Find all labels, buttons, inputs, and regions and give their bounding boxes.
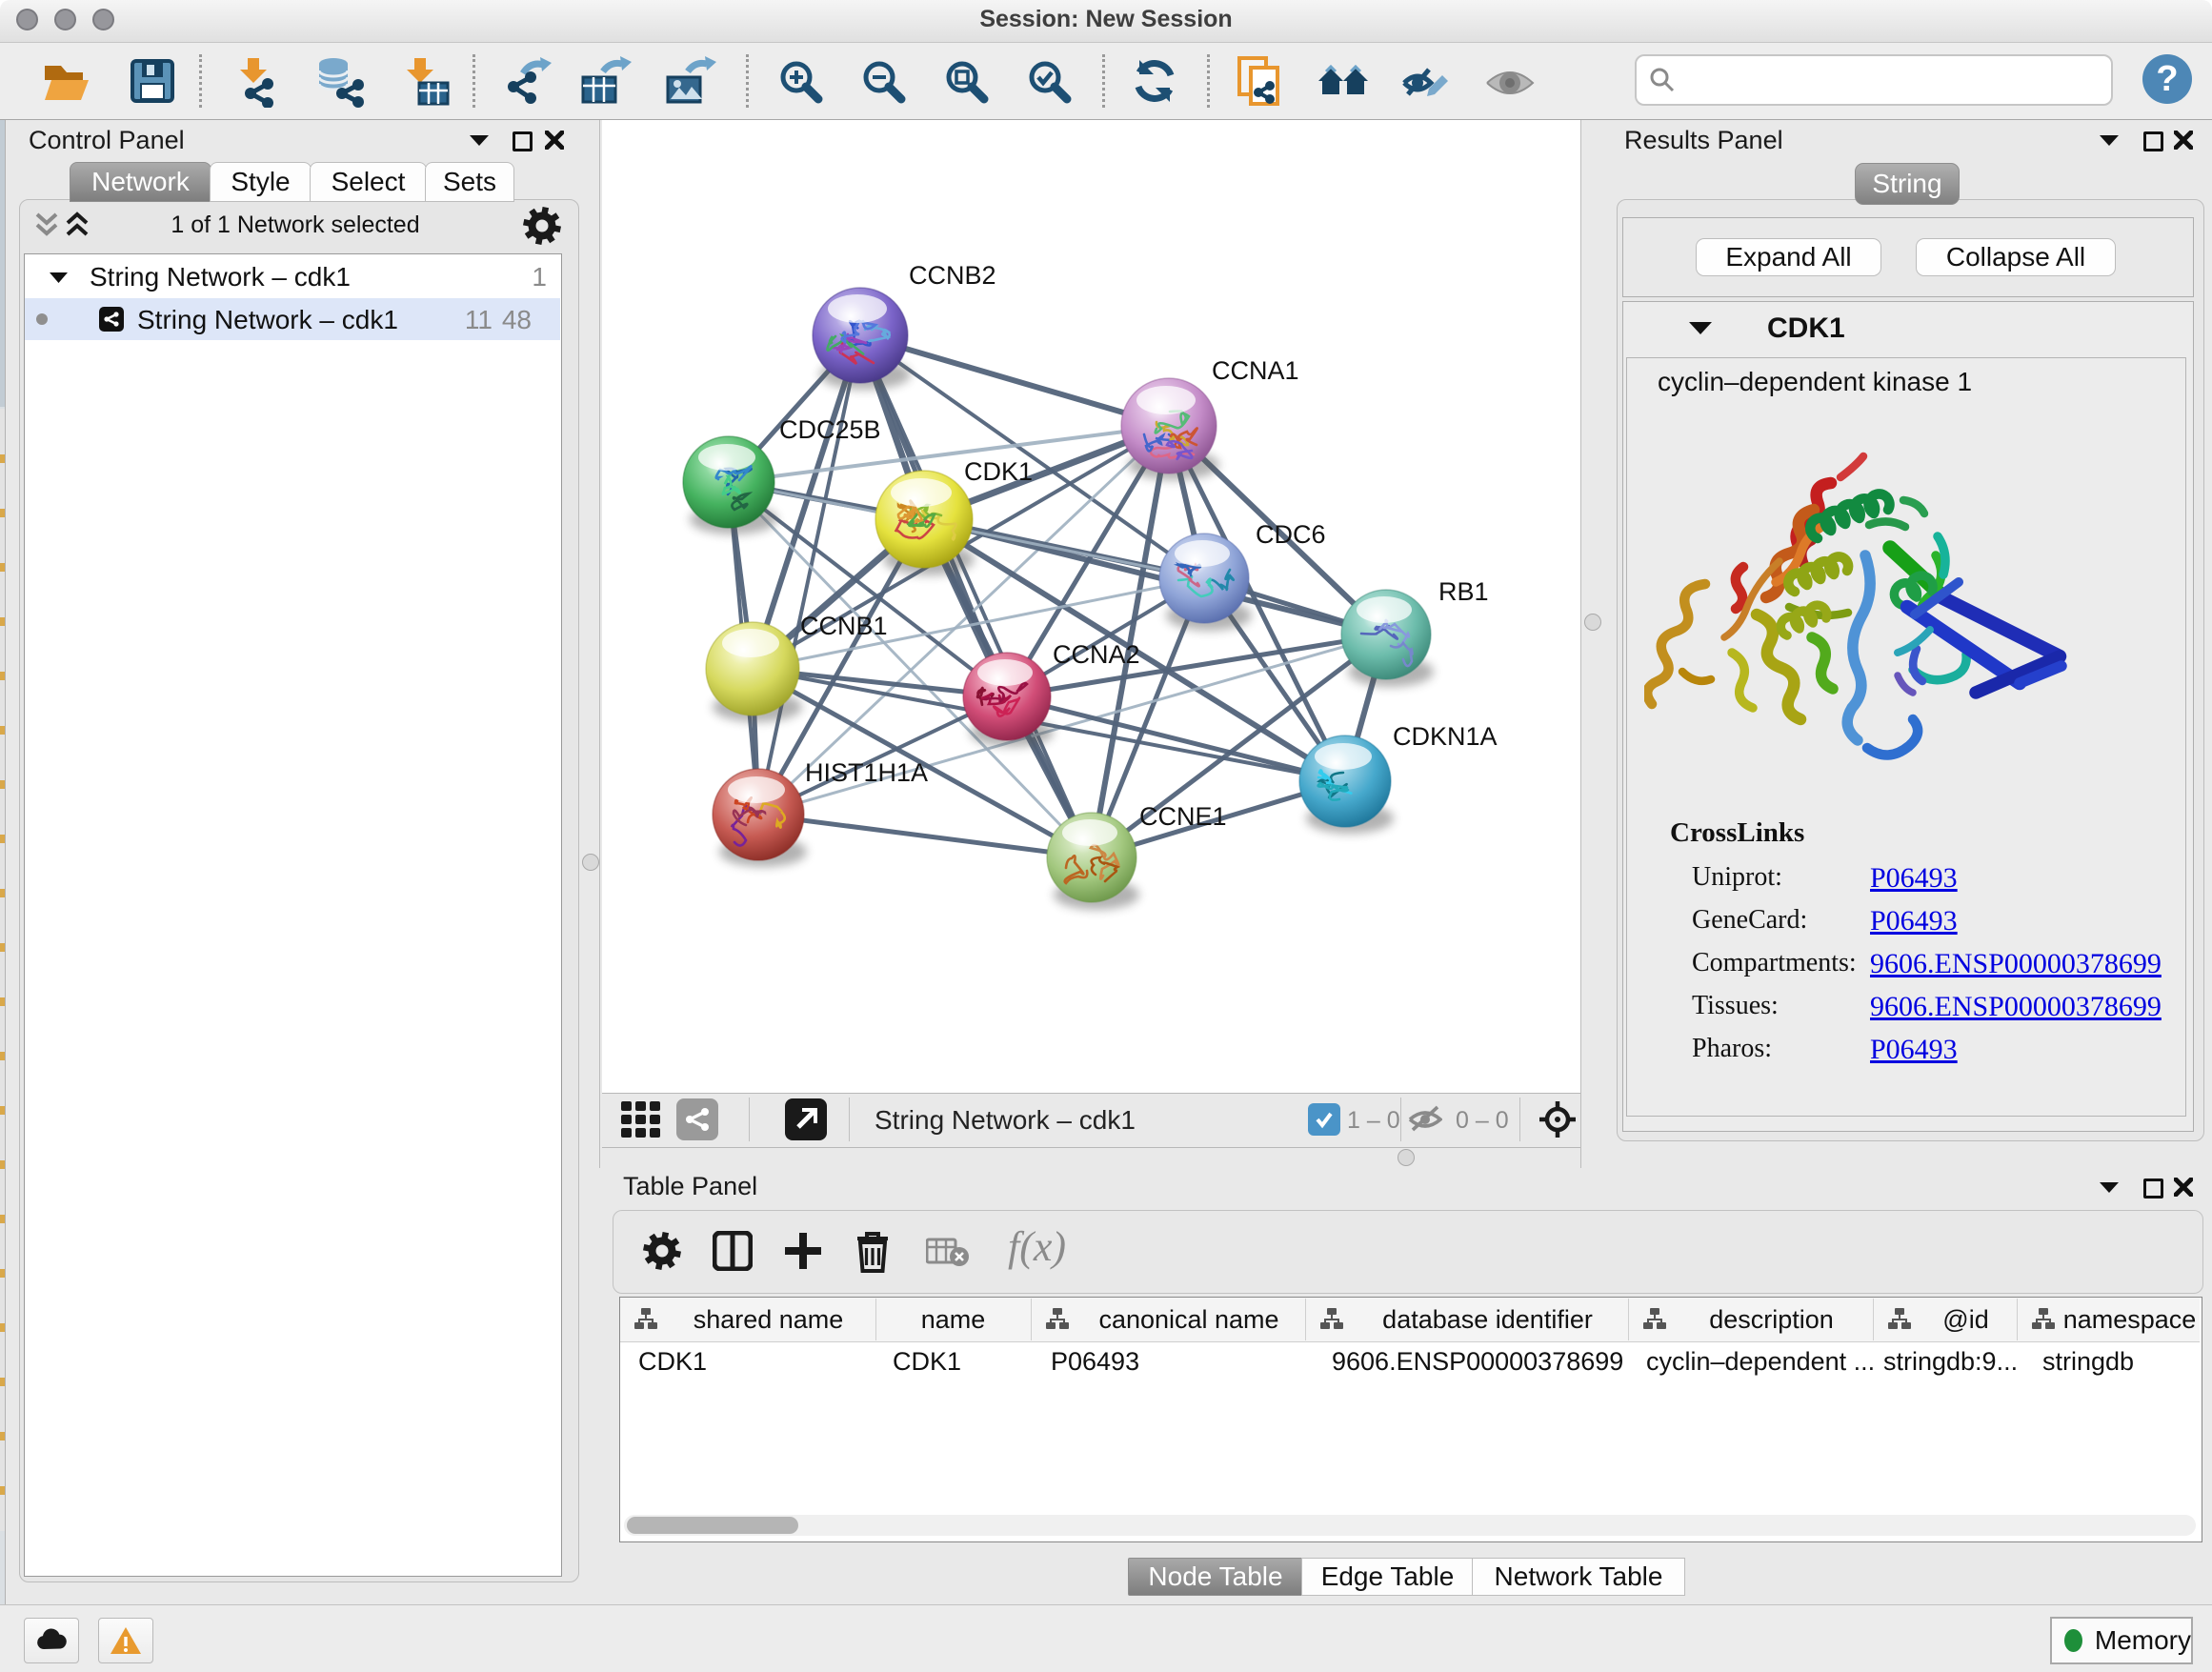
svg-text:CDC6: CDC6: [1256, 520, 1326, 549]
svg-text:CCNA2: CCNA2: [1053, 640, 1140, 669]
svg-text:CDKN1A: CDKN1A: [1393, 722, 1498, 751]
svg-text:CCNB1: CCNB1: [800, 612, 888, 640]
svg-text:CCNB2: CCNB2: [909, 261, 996, 290]
svg-text:RB1: RB1: [1438, 577, 1489, 606]
svg-text:HIST1H1A: HIST1H1A: [805, 758, 928, 787]
svg-text:CCNA1: CCNA1: [1212, 356, 1299, 385]
svg-text:CDK1: CDK1: [964, 457, 1033, 486]
svg-text:CDC25B: CDC25B: [779, 415, 881, 444]
svg-text:CCNE1: CCNE1: [1139, 802, 1227, 831]
